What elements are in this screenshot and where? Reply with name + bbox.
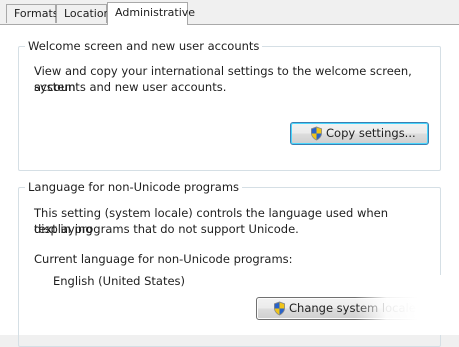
tab-administrative[interactable]: Administrative: [107, 2, 195, 25]
tab-location-label: Location: [64, 7, 111, 20]
copy-settings-button[interactable]: Copy settings...: [290, 122, 429, 145]
welcome-screen-group: Welcome screen and new user accounts Vie…: [18, 38, 441, 171]
corner-fade-overlay: [355, 275, 459, 335]
locale-description-line-2: text in programs that do not support Uni…: [34, 222, 299, 236]
tab-location[interactable]: Location: [56, 4, 111, 23]
tab-formats-label: Formats: [14, 7, 59, 20]
copy-settings-label: Copy settings...: [326, 126, 416, 140]
tab-strip: Formats Location Administrative: [0, 0, 459, 26]
tab-divider: [0, 24, 459, 25]
tab-formats[interactable]: Formats: [6, 4, 59, 23]
tab-administrative-label: Administrative: [115, 6, 196, 19]
non-unicode-group-title: Language for non-Unicode programs: [25, 179, 243, 195]
uac-shield-icon: [311, 126, 322, 141]
welcome-screen-group-title: Welcome screen and new user accounts: [25, 38, 263, 54]
current-language-value: English (United States): [53, 274, 186, 288]
current-language-label: Current language for non-Unicode program…: [34, 252, 293, 266]
welcome-description-line-2: accounts and new user accounts.: [34, 80, 227, 94]
uac-shield-icon: [274, 301, 285, 316]
